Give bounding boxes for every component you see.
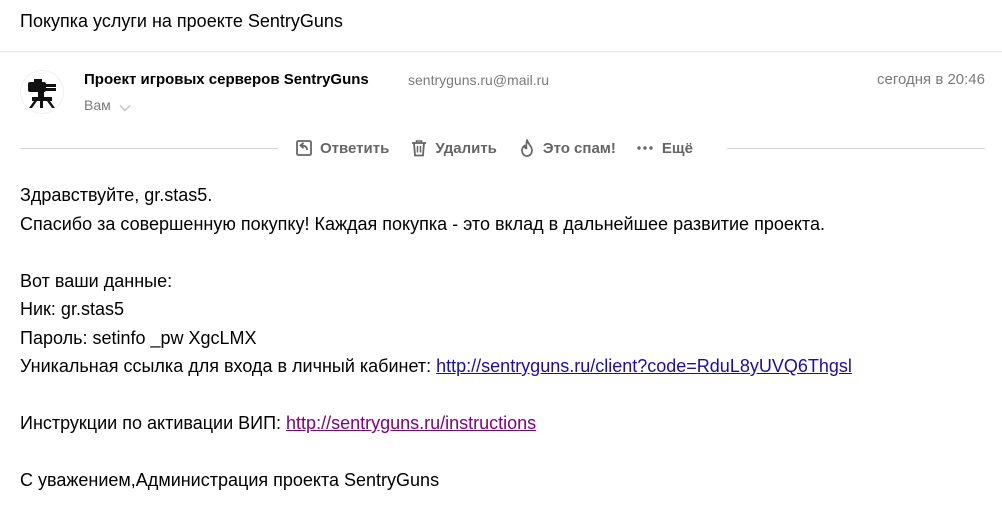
body-signature: С уважением,Администрация проекта Sentry…: [20, 470, 440, 490]
more-label: Ещё: [661, 139, 693, 157]
flame-icon: [521, 139, 533, 157]
body-vip-line: Инструкции по активации ВИП: http://sent…: [20, 409, 990, 438]
message-toolbar: Ответить Удалить Это спам! Ещё: [294, 136, 693, 160]
delete-button[interactable]: Удалить: [409, 136, 497, 160]
body-cabinet-line: Уникальная ссылка для входа в личный каб…: [20, 352, 990, 381]
reply-label: Ответить: [320, 139, 390, 157]
sentry-gun-logo-icon: [20, 70, 64, 114]
body-greeting: Здравствуйте, gr.stas5.: [20, 185, 213, 205]
body-thanks: Спасибо за совершенную покупку! Каждая п…: [20, 213, 825, 234]
toolbar-divider-left: [20, 148, 278, 149]
sender-avatar[interactable]: [20, 70, 64, 114]
cabinet-prefix: Уникальная ссылка для входа в личный каб…: [20, 356, 437, 376]
reply-button[interactable]: Ответить: [294, 136, 389, 160]
spam-button[interactable]: Это спам!: [517, 136, 616, 160]
vip-instructions-link[interactable]: http://sentryguns.ru/instructions: [286, 413, 536, 433]
email-date: сегодня в 20:46: [877, 71, 985, 88]
email-body: Здравствуйте, gr.stas5. Спасибо за совер…: [20, 181, 990, 495]
recipient-label: Вам: [84, 97, 111, 113]
cabinet-link[interactable]: http://sentryguns.ru/client?code=RduL8yU…: [436, 356, 852, 376]
recipient-toggle[interactable]: Вам: [84, 97, 131, 114]
email-subject: Покупка услуги на проекте SentryGuns: [20, 11, 343, 31]
sender-email[interactable]: sentryguns.ru@mail.ru: [408, 72, 549, 89]
body-data-header: Вот ваши данные:: [20, 270, 173, 291]
spam-label: Это спам!: [542, 139, 616, 157]
body-nick: Ник: gr.stas5: [20, 299, 124, 319]
more-button[interactable]: Ещё: [636, 136, 693, 160]
subject-bar: Покупка услуги на проекте SentryGuns: [0, 0, 1002, 52]
more-dots-icon: [637, 146, 653, 150]
delete-label: Удалить: [435, 139, 497, 157]
trash-icon: [412, 140, 427, 157]
vip-prefix: Инструкции по активации ВИП:: [20, 413, 287, 433]
sender-name[interactable]: Проект игровых серверов SentryGuns: [84, 71, 369, 89]
toolbar-divider-right: [727, 148, 985, 149]
reply-icon: [296, 140, 312, 156]
body-password: Пароль: setinfo _pw XgcLMX: [20, 327, 257, 348]
chevron-down-icon: [119, 104, 131, 111]
